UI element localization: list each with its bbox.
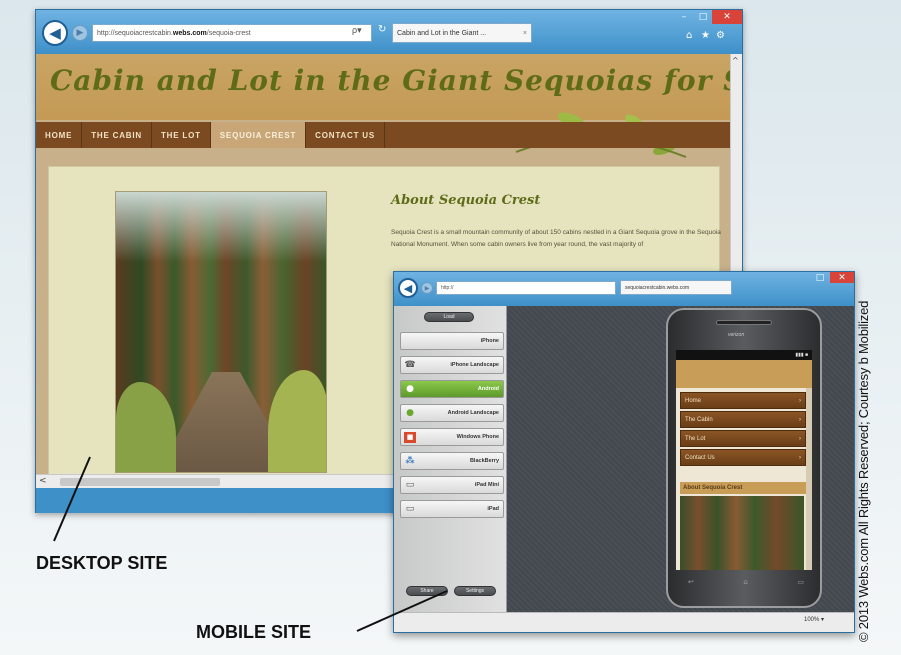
zoom-level[interactable]: 100% ▾	[804, 616, 824, 623]
android-icon: ●	[406, 384, 414, 394]
blackberry-icon: ⁂	[405, 456, 415, 466]
device-label: iPad	[487, 506, 499, 512]
mobile-tab-label: sequoiacrestcabin.webs.com	[625, 284, 690, 291]
mobile-site-label: MOBILE SITE	[196, 622, 312, 642]
forward-icon[interactable]: ▶	[72, 25, 88, 41]
phone-icon: ☎	[404, 360, 416, 370]
phone-menu-label: Contact Us	[685, 454, 715, 461]
maximize-button[interactable]: □	[694, 10, 712, 24]
phone-sequoia-photo	[680, 496, 804, 570]
chevron-right-icon: ›	[799, 397, 801, 404]
back-icon[interactable]: ↩	[688, 578, 694, 592]
mobile-address-prefix: http://	[441, 285, 454, 291]
about-text: Sequoia Crest is a small mountain commun…	[391, 229, 721, 248]
mobile-forward-icon[interactable]: ▶	[421, 282, 433, 294]
device-label: BlackBerry	[469, 458, 499, 464]
desktop-address-bar[interactable]: http://sequoiacrestcabin. webs.com/sequoi…	[92, 24, 372, 42]
phone-menu-label: The Lot	[685, 435, 706, 442]
chevron-right-icon: ›	[799, 435, 801, 442]
windows-icon: ■	[404, 431, 416, 443]
device-item-android-landscape[interactable]: ● Android Landscape	[400, 404, 504, 422]
phone-scrollbar[interactable]	[806, 388, 812, 570]
desktop-site-label: DESKTOP SITE	[36, 553, 168, 573]
address-prefix: http://sequoiacrestcabin.	[97, 29, 173, 37]
mobile-address-bar[interactable]: http://	[436, 281, 616, 295]
tab-close-icon[interactable]: ×	[523, 30, 527, 37]
chevron-right-icon: ›	[799, 416, 801, 423]
desktop-pointer-line	[53, 456, 91, 542]
tablet-icon: ▭	[405, 480, 415, 490]
device-item-ipad[interactable]: ▭ iPad	[400, 500, 504, 518]
device-item-iphone-landscape[interactable]: ☎ iPhone Landscape	[400, 356, 504, 374]
nav-contact-us[interactable]: CONTACT US	[306, 122, 385, 148]
device-label: iPad Mini	[474, 482, 499, 488]
device-label: iPhone	[480, 338, 499, 344]
device-label: Android	[477, 386, 499, 392]
phone-menu-home[interactable]: Home ›	[680, 392, 806, 409]
tablet-icon: ▭	[405, 504, 415, 514]
nav-home[interactable]: HOME	[36, 122, 83, 148]
nav-the-cabin[interactable]: THE CABIN	[82, 122, 152, 148]
mobile-horizontal-scrollbar[interactable]	[394, 612, 854, 632]
phone-site-header	[676, 360, 812, 388]
copyright-notice: © 2013 Webs.com All Rights Reserved; Cou…	[856, 300, 871, 642]
mobile-browser-toolbar: ◀ ▶ http:// sequoiacrestcabin.webs.com ✕…	[394, 272, 854, 306]
sequoia-forest-photo	[115, 191, 327, 473]
mobile-back-icon[interactable]: ◀	[398, 278, 418, 298]
minimize-button[interactable]: –	[674, 10, 694, 24]
gear-icon[interactable]: ⚙	[716, 30, 725, 41]
refresh-icon[interactable]: ↻	[378, 24, 386, 35]
site-nav: HOME THE CABIN THE LOT SEQUOIA CREST CON…	[36, 122, 730, 148]
apple-icon	[404, 336, 416, 347]
phone-menu-label: Home	[685, 397, 702, 404]
mobile-browser-window: ◀ ▶ http:// sequoiacrestcabin.webs.com ✕…	[393, 271, 855, 633]
close-button[interactable]: ✕	[712, 10, 742, 24]
address-domain: webs.com	[172, 29, 207, 37]
mobile-maximize-button[interactable]: □	[810, 272, 830, 283]
device-item-ipad-mini[interactable]: ▭ iPad Mini	[400, 476, 504, 494]
device-item-android[interactable]: ● Android	[400, 380, 504, 398]
mobile-close-button[interactable]: ✕	[830, 272, 854, 283]
phone-menu-the-cabin[interactable]: The Cabin ›	[680, 411, 806, 428]
site-title: Cabin and Lot in the Giant Sequoias for …	[50, 64, 730, 97]
back-icon[interactable]: ◀	[42, 20, 68, 46]
home-icon[interactable]: ⌂	[686, 30, 692, 41]
device-item-iphone[interactable]: iPhone	[400, 332, 504, 350]
android-phone-mockup: verizon ▮▮▮ ■ Home › The Cabin › The Lot › …	[666, 308, 822, 608]
device-label: Windows Phone	[456, 434, 499, 440]
phone-speaker	[716, 320, 772, 325]
device-label: Android Landscape	[447, 410, 499, 416]
nav-sequoia-crest[interactable]: SEQUOIA CREST	[210, 122, 307, 148]
nav-the-lot[interactable]: THE LOT	[152, 122, 211, 148]
phone-nav-buttons: ↩ ⌂ ▭	[688, 578, 804, 592]
settings-button[interactable]: Settings	[454, 586, 496, 596]
desktop-browser-toolbar: ◀ ▶ http://sequoiacrestcabin. webs.com/se…	[36, 10, 742, 54]
tab-label: Cabin and Lot in the Giant ...	[397, 29, 487, 37]
desktop-tab[interactable]: Cabin and Lot in the Giant ... ×	[392, 23, 532, 43]
star-icon[interactable]: ★	[701, 30, 710, 41]
phone-menu-the-lot[interactable]: The Lot ›	[680, 430, 806, 447]
home-icon[interactable]: ⌂	[743, 578, 747, 592]
mobile-pointer-line	[356, 590, 448, 632]
about-heading: About Sequoia Crest	[391, 193, 541, 208]
phone-about-heading: About Sequoia Crest	[680, 482, 808, 494]
address-suffix: /sequoia-crest	[206, 29, 251, 37]
device-sidebar: Load iPhone ☎ iPhone Landscape ● Android…	[394, 306, 507, 612]
phone-menu-contact-us[interactable]: Contact Us ›	[680, 449, 806, 466]
recent-apps-icon[interactable]: ▭	[797, 578, 804, 592]
chevron-right-icon: ›	[799, 454, 801, 461]
mobilizer-viewport: Load iPhone ☎ iPhone Landscape ● Android…	[394, 306, 854, 612]
carrier-logo: verizon	[728, 332, 745, 338]
phone-status-bar: ▮▮▮ ■	[676, 350, 812, 360]
search-icon[interactable]: ρ▾	[352, 25, 362, 36]
phone-screen: ▮▮▮ ■ Home › The Cabin › The Lot › Contact …	[676, 350, 812, 570]
device-item-blackberry[interactable]: ⁂ BlackBerry	[400, 452, 504, 470]
mobile-tab[interactable]: sequoiacrestcabin.webs.com	[620, 280, 732, 295]
scroll-up-icon[interactable]: ^	[732, 56, 739, 65]
android-icon: ●	[406, 408, 414, 418]
device-label: iPhone Landscape	[450, 362, 499, 368]
load-button[interactable]: Load	[424, 312, 474, 322]
device-item-windows-phone[interactable]: ■ Windows Phone	[400, 428, 504, 446]
phone-menu-label: The Cabin	[685, 416, 713, 423]
